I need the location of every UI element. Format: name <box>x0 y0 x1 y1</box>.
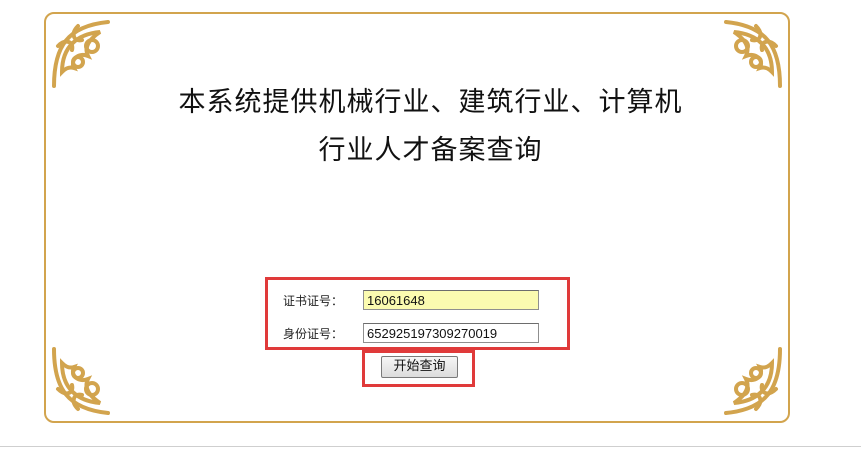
corner-ornament-icon <box>710 343 786 419</box>
id-number-label: 身份证号： <box>283 326 344 341</box>
certificate-row: 证书证号： 16061648 <box>283 289 539 311</box>
page-title-line-1: 本系统提供机械行业、建筑行业、计算机 <box>178 87 683 118</box>
certificate-number-label: 证书证号： <box>283 293 344 308</box>
page-bottom-divider <box>0 446 861 447</box>
corner-ornament-icon <box>48 343 124 419</box>
id-row: 身份证号： 652925197309270019 <box>283 322 539 344</box>
id-number-input[interactable]: 652925197309270019 <box>363 323 539 343</box>
certificate-number-input[interactable]: 16061648 <box>363 290 539 310</box>
page-title-line-2: 行业人才备案查询 <box>318 135 543 166</box>
start-query-button[interactable]: 开始查询 <box>381 356 458 378</box>
